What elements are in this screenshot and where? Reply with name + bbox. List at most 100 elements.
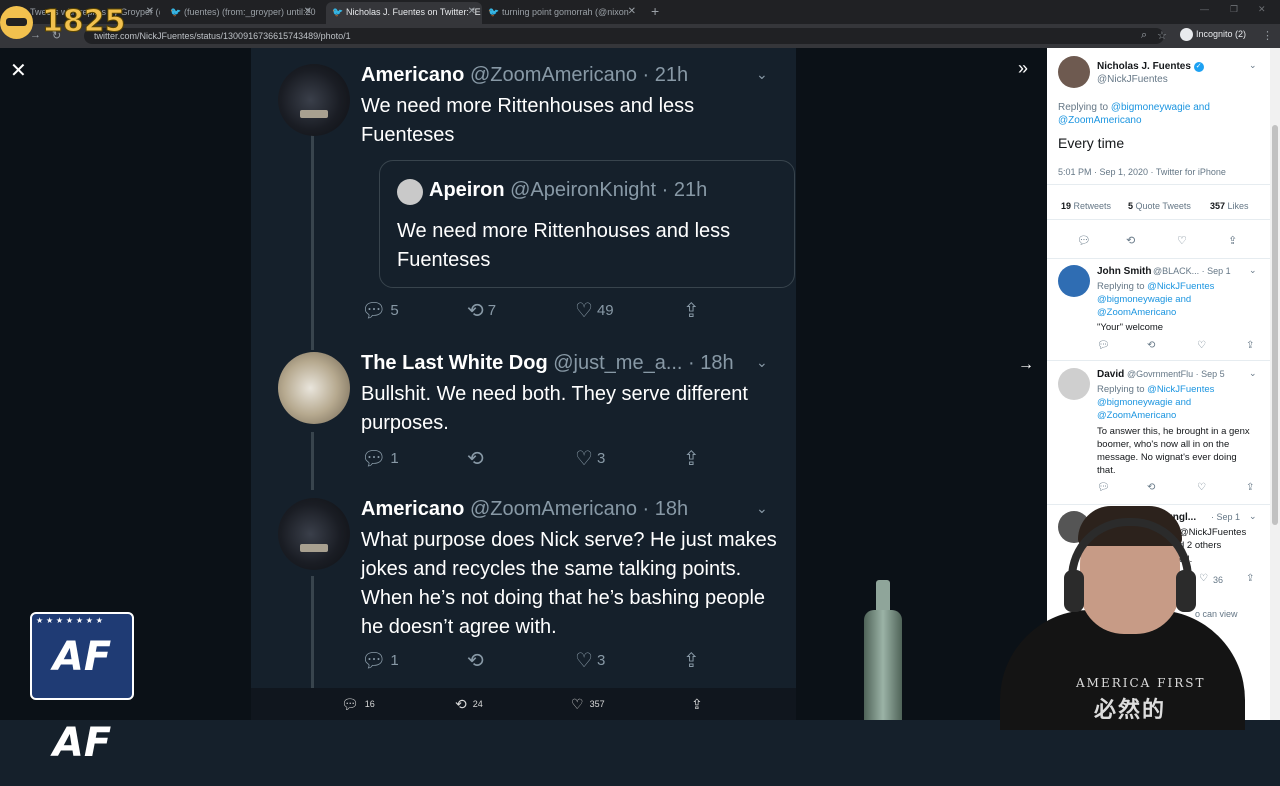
reply-icon[interactable]: 💬︎ [1097,482,1110,493]
replying-to: Replying to @NickJFuentes @bigmoneywagie… [1097,383,1227,422]
tweet-actions: 💬︎ 5 ⟲ 7 ♡ 49 ⇪ [361,298,781,322]
reply-button[interactable]: 💬︎ 16 [341,696,375,713]
author-name[interactable]: Nicholas J. Fuentes ✓ [1097,61,1204,72]
emoji-face-icon [0,6,33,39]
share-button[interactable]: ⇪ [691,696,709,713]
twitter-icon: 🐦 [332,7,344,17]
tweet-screenshot: Americano @ZoomAmericano · 21h ⌄ We need… [251,48,796,688]
retweet-icon: ⟲ [455,696,467,712]
shirt-chinese-text: 必然的 [1094,697,1167,722]
like-count: 3 [596,450,606,467]
close-tab-icon[interactable]: ✕ [628,2,636,22]
close-tab-icon[interactable]: ✕ [468,2,476,22]
search-icon[interactable]: ⌕ [1141,29,1147,42]
heart-icon: ♡ [571,696,584,712]
author-handle: @ZoomAmericano · 18h [469,498,689,520]
reply-count: 5 [390,302,399,319]
reply-action: 💬︎ 1 [361,446,399,471]
chevron-down-icon[interactable]: ⌄ [1249,60,1257,71]
reply-count: 1 [390,652,399,669]
next-photo-icon[interactable]: → [1018,356,1034,374]
like-count: 357 [589,699,605,709]
heart-icon[interactable]: ♡ [1177,234,1187,247]
url-bar[interactable]: twitter.com/NickJFuentes/status/13009167… [84,28,1164,44]
likes-stat[interactable]: 357 Likes [1210,201,1249,211]
retweets-stat[interactable]: 19 Retweets [1061,201,1111,211]
share-action: ⇪ [683,446,704,471]
counter-value: 1825 [42,4,126,40]
retweet-count: 24 [472,699,483,709]
incognito-indicator[interactable]: Incognito (2) [1180,28,1246,41]
af-logo: ★ ★ ★ ★ ★ ★ ★ AF AF [30,612,134,766]
chevron-down-icon[interactable]: ⌄ [1249,265,1257,276]
retweet-icon[interactable]: ⟲ [1147,482,1155,493]
incognito-icon [1180,28,1193,41]
new-tab-button[interactable]: + [651,3,659,19]
tweet-card: Americano @ZoomAmericano · 21h ⌄ We need… [278,64,795,334]
reply-icon[interactable]: 💬︎ [1077,234,1091,247]
share-icon: ⇪ [691,696,703,712]
close-window-icon[interactable]: ✕ [1258,4,1266,15]
author-name[interactable]: David [1097,369,1124,380]
menu-icon[interactable]: ⋮ [1262,29,1273,42]
replying-label: Replying to [1097,384,1145,395]
reply-icon[interactable]: 💬︎ [1097,340,1110,351]
retweet-action: ⟲ [467,446,488,471]
heart-icon[interactable]: ♡ [1197,340,1206,351]
retweet-icon[interactable]: ⟲ [1126,234,1135,247]
retweet-count: 7 [487,302,497,319]
address-bar-row: → ↻ twitter.com/NickJFuentes/status/1300… [0,24,1280,48]
minimize-icon[interactable]: — [1200,4,1209,14]
webcam-overlay: AMERICA FIRST 必然的 [968,500,1280,730]
heart-icon[interactable]: ♡ [1197,482,1206,493]
author-name: Apeiron [429,179,505,201]
like-button[interactable]: ♡ 357 [571,696,605,713]
tab-nick-fuentes[interactable]: 🐦 Nicholas J. Fuentes on Twitter: "E ✕ [326,2,482,24]
reply-text: "Your" welcome [1097,322,1164,333]
avatar[interactable] [1058,368,1090,400]
like-action: ♡ 49 [575,298,614,323]
tweet-actions: 💬︎ 1 ⟲ ♡ 3 ⇪ [361,648,781,672]
author-name[interactable]: John Smith [1097,266,1151,277]
retweet-icon: ⟲ [467,300,484,322]
quote-text: We need more Rittenhouses and less Fuent… [397,220,731,271]
avatar [278,64,350,136]
author-handle: @ApeironKnight · 21h [510,179,708,201]
tab-label: Nicholas J. Fuentes on Twitter: "E [346,7,481,17]
replying-to: Replying to @NickJFuentes @bigmoneywagie… [1097,280,1227,319]
like-count: 3 [596,652,606,669]
scrollbar-thumb[interactable] [1272,125,1278,525]
tab-fuentes-search[interactable]: 🐦 (fuentes) (from:_groyper) until:20 ✕ [170,2,318,24]
author-name: Americano [361,498,465,520]
chevron-down-icon[interactable]: ⌄ [1249,368,1257,379]
retweet-icon[interactable]: ⟲ [1147,340,1155,351]
retweet-button[interactable]: ⟲ 24 [455,696,483,713]
avatar [397,179,423,205]
quotes-stat[interactable]: 5 Quote Tweets [1128,201,1191,211]
avatar [278,498,350,570]
share-icon[interactable]: ⇪ [1246,340,1254,351]
retweet-icon: ⟲ [467,650,484,672]
reply-count: 1 [390,450,399,467]
retweets-label: Retweets [1073,201,1112,211]
maximize-icon[interactable]: ❐ [1230,4,1238,15]
expand-icon[interactable]: » [1018,58,1028,79]
twitter-icon: 🐦 [488,7,500,17]
share-icon[interactable]: ⇪ [1246,482,1254,493]
avatar[interactable] [1058,56,1090,88]
author-handle[interactable]: @NickJFuentes [1097,74,1168,85]
author-handle: @GovrnmentFlu · Sep 5 [1127,369,1225,379]
reply-icon: 💬︎ [361,650,387,672]
heart-icon: ♡ [575,300,593,322]
bookmark-star-icon[interactable]: ☆ [1157,29,1167,42]
avatar[interactable] [1058,265,1090,297]
close-viewer-icon[interactable]: ✕ [10,58,27,83]
author-name: Americano [361,64,465,86]
tab-turning-point[interactable]: 🐦 turning point gomorrah (@nixon ✕ [488,2,642,24]
close-tab-icon[interactable]: ✕ [146,2,154,22]
replying-label: Replying to [1097,281,1145,292]
likes-count: 357 [1210,201,1226,211]
share-icon[interactable]: ⇪ [1228,234,1237,247]
back-icon[interactable]: → [30,29,41,41]
close-tab-icon[interactable]: ✕ [304,2,312,22]
